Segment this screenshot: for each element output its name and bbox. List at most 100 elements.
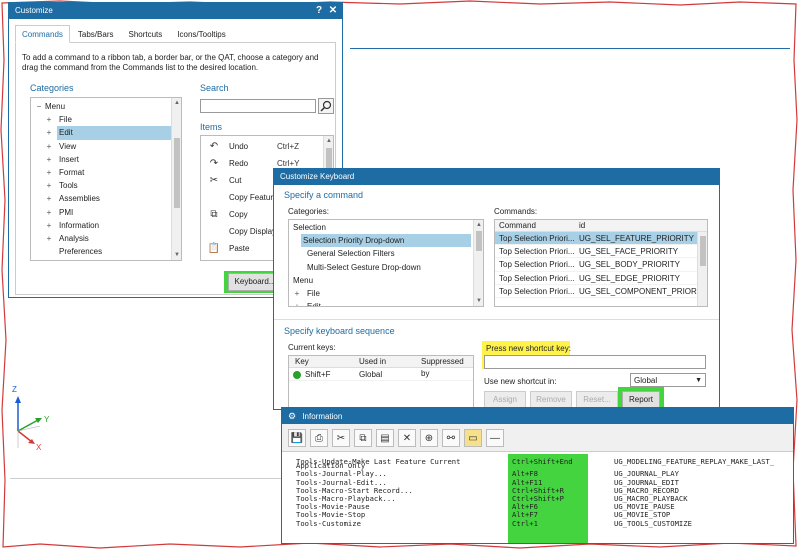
close-button[interactable]: ✕	[326, 3, 340, 19]
help-button[interactable]: ?	[312, 3, 326, 19]
expand-icon[interactable]: +	[45, 192, 53, 205]
table-row[interactable]: Top Selection Priori... UG_SEL_EDGE_PRIOR…	[495, 272, 697, 285]
scroll-up-icon[interactable]: ▲	[474, 220, 483, 230]
expand-icon[interactable]: +	[45, 166, 53, 179]
tree-item-label: Selection	[293, 223, 326, 232]
search-input[interactable]	[200, 99, 316, 113]
scroll-thumb[interactable]	[326, 148, 332, 168]
tree-item[interactable]: − Menu	[31, 100, 181, 113]
tree-item[interactable]: + Tools	[31, 179, 181, 192]
tree-item-label: Assemblies	[59, 194, 100, 204]
scroll-thumb[interactable]	[476, 231, 482, 251]
highlight-icon[interactable]: ▭	[464, 429, 482, 447]
tab-tabs-bars[interactable]: Tabs/Bars	[71, 25, 121, 42]
tree-item[interactable]: + View	[31, 140, 181, 153]
tree-item[interactable]: Preferences	[31, 245, 181, 258]
tree-item[interactable]: + Edit	[47, 126, 171, 140]
command-item-label: Copy Feature	[229, 193, 278, 202]
tree-item[interactable]: Selection	[289, 221, 483, 234]
tree-item[interactable]: + Assemblies	[31, 192, 181, 205]
kb-commands-grid[interactable]: Command id Top Selection Priori... UG_SEL…	[494, 219, 708, 307]
keyboard-titlebar[interactable]: Customize Keyboard	[274, 169, 719, 185]
new-shortcut-input[interactable]	[484, 355, 706, 369]
chevron-down-icon: ▼	[695, 377, 702, 384]
specify-command-header: Specify a command	[284, 190, 364, 200]
categories-tree[interactable]: − Menu + File + Edit + View + Insert + Format + Tools…	[30, 97, 182, 261]
expand-icon[interactable]: +	[45, 153, 53, 166]
col-command[interactable]: Command	[499, 220, 536, 232]
table-row[interactable]: Top Selection Priori... UG_SEL_COMPONENT_…	[495, 285, 697, 298]
id-cell: UG_SEL_COMPONENT_PRIOR...	[579, 286, 697, 296]
key-cell: Shift+F	[305, 370, 331, 379]
expand-icon[interactable]: +	[45, 219, 53, 232]
col-id[interactable]: id	[579, 220, 585, 232]
print-icon[interactable]: ⎙	[310, 429, 328, 447]
paste-icon[interactable]: ▤	[376, 429, 394, 447]
scroll-thumb[interactable]	[700, 236, 706, 266]
table-row[interactable]: Top Selection Priori... UG_SEL_BODY_PRIOR…	[495, 258, 697, 272]
expand-icon[interactable]: +	[45, 113, 53, 126]
kb-categories-tree[interactable]: Selection Selection Priority Drop-down Gen…	[288, 219, 484, 307]
info-titlebar[interactable]: ⚙ Information	[282, 408, 793, 424]
command-item[interactable]: ↶ Undo Ctrl+Z	[201, 138, 333, 155]
tab-commands[interactable]: Commands	[15, 25, 70, 43]
save-icon[interactable]: 💾	[288, 429, 306, 447]
expand-icon[interactable]: +	[45, 206, 53, 219]
find-icon[interactable]: ⊕	[420, 429, 438, 447]
tab-icons-tooltips[interactable]: Icons/Tooltips	[170, 25, 232, 42]
info-text-area[interactable]: Tools-Update-Make Last Feature Current Ct…	[282, 454, 793, 543]
tree-item-label: Tools	[59, 181, 78, 191]
scroll-down-icon[interactable]: ▼	[474, 296, 483, 306]
expand-icon[interactable]: +	[45, 179, 53, 192]
tree-item-label: Format	[59, 167, 85, 177]
expand-icon[interactable]: +	[293, 300, 301, 306]
scroll-up-icon[interactable]: ▲	[324, 136, 333, 146]
id-cell: UG_SEL_EDGE_PRIORITY	[579, 273, 680, 283]
customize-titlebar[interactable]: Customize ? ✕	[9, 3, 342, 19]
table-row[interactable]: Top Selection Priori... UG_SEL_FACE_PRIOR…	[495, 245, 697, 259]
expand-icon[interactable]: +	[45, 232, 53, 245]
tree-item[interactable]: Menu	[289, 274, 483, 287]
copy-icon[interactable]: ⧉	[354, 429, 372, 447]
col-key[interactable]: Key	[295, 356, 309, 368]
tree-item-label: Edit	[307, 302, 321, 307]
scroll-thumb[interactable]	[174, 138, 180, 208]
tree-item[interactable]: + Edit	[289, 300, 483, 307]
current-keys-grid[interactable]: Key Used in Suppressed by Shift+F Global	[288, 355, 474, 411]
tree-item[interactable]: + Format	[31, 166, 181, 179]
table-row[interactable]: Shift+F Global	[289, 368, 473, 382]
commands-grid-header: Command id	[495, 220, 707, 232]
tree-item[interactable]: + Information	[31, 219, 181, 232]
axis-x-label: X	[36, 443, 42, 452]
expand-icon[interactable]: +	[45, 126, 53, 139]
expand-icon[interactable]: +	[293, 287, 301, 300]
binoculars-icon[interactable]: ⚯	[442, 429, 460, 447]
tree-item[interactable]: + File	[289, 287, 483, 300]
cut-icon[interactable]: ✂	[332, 429, 350, 447]
tree-item[interactable]: + File	[31, 113, 181, 126]
expand-icon[interactable]: +	[45, 140, 53, 153]
tab-shortcuts[interactable]: Shortcuts	[121, 25, 169, 42]
id-cell: UG_SEL_FEATURE_PRIORITY	[579, 234, 694, 243]
use-in-dropdown[interactable]: Global ▼	[630, 373, 706, 387]
tree-item[interactable]: Selection Priority Drop-down	[301, 234, 471, 248]
search-button[interactable]	[318, 98, 334, 114]
minimize-icon[interactable]: —	[486, 429, 504, 447]
delete-icon[interactable]: ✕	[398, 429, 416, 447]
tree-item[interactable]: + Analysis	[31, 232, 181, 245]
command-cell: Top Selection Priori...	[499, 247, 575, 257]
collapse-icon[interactable]: −	[35, 100, 43, 113]
scroll-down-icon[interactable]: ▼	[172, 250, 181, 260]
tree-item-label: Information	[59, 220, 100, 230]
scroll-up-icon[interactable]: ▲	[172, 98, 181, 108]
tree-item[interactable]: + Insert	[31, 153, 181, 166]
table-row[interactable]: Top Selection Priori... UG_SEL_FEATURE_PR…	[495, 232, 697, 246]
col-used-in[interactable]: Used in	[359, 356, 386, 368]
kb-commands-scrollbar[interactable]	[697, 232, 707, 306]
tree-item[interactable]: General Selection Filters	[289, 247, 483, 260]
command-cell: Top Selection Priori...	[499, 234, 575, 243]
categories-scrollbar[interactable]: ▲ ▼	[171, 98, 181, 260]
tree-item[interactable]: + PMI	[31, 206, 181, 219]
kb-categories-scrollbar[interactable]: ▲ ▼	[473, 220, 483, 306]
tree-item[interactable]: Multi-Select Gesture Drop-down	[289, 261, 483, 274]
